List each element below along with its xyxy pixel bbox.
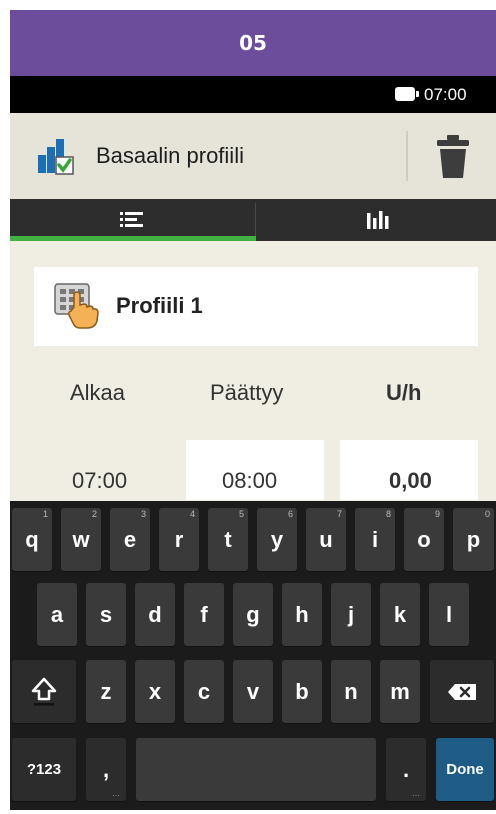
row-rate-value: 0,00 xyxy=(389,468,432,493)
list-icon xyxy=(119,212,143,227)
page-header: Basaalin profiili xyxy=(10,113,496,199)
on-screen-keyboard: q1 w2 e3 r4 t5 y6 u7 i8 o9 p0 a s d f g … xyxy=(10,501,496,810)
battery-icon xyxy=(395,87,419,101)
active-tab-indicator xyxy=(10,236,256,241)
backspace-key[interactable] xyxy=(430,660,494,723)
key-f[interactable]: f xyxy=(184,583,224,646)
shift-arrow-icon xyxy=(31,677,57,705)
key-j[interactable]: j xyxy=(331,583,371,646)
bar-chart-icon xyxy=(366,211,388,229)
basal-profile-icon xyxy=(38,139,74,175)
key-o[interactable]: o9 xyxy=(404,508,444,571)
key-w[interactable]: w2 xyxy=(61,508,101,571)
column-header-end: Päättyy xyxy=(210,380,284,405)
key-g[interactable]: g xyxy=(233,583,273,646)
view-tabs xyxy=(10,199,496,241)
key-n[interactable]: n xyxy=(331,660,371,723)
column-header-rate: U/h xyxy=(386,380,422,405)
key-b[interactable]: b xyxy=(282,660,322,723)
key-z[interactable]: z xyxy=(86,660,126,723)
device-screen: 05 07:00 Basaalin profiili Profiili 1 Al… xyxy=(10,10,496,810)
key-q[interactable]: q1 xyxy=(12,508,52,571)
space-key[interactable] xyxy=(136,738,376,801)
key-a[interactable]: a xyxy=(37,583,77,646)
key-k[interactable]: k xyxy=(380,583,420,646)
profile-name: Profiili 1 xyxy=(116,293,203,318)
period-key[interactable]: .… xyxy=(386,738,426,801)
keypad-hand-icon xyxy=(54,283,99,329)
key-c[interactable]: c xyxy=(184,660,224,723)
tab-chart-view[interactable] xyxy=(256,199,496,241)
key-s[interactable]: s xyxy=(86,583,126,646)
key-l[interactable]: l xyxy=(429,583,469,646)
status-bar: 07:00 xyxy=(10,76,496,113)
shift-key[interactable] xyxy=(12,660,76,723)
key-t[interactable]: t5 xyxy=(208,508,248,571)
key-u[interactable]: u7 xyxy=(306,508,346,571)
header-divider xyxy=(406,131,408,181)
key-y[interactable]: y6 xyxy=(257,508,297,571)
comma-key[interactable]: ,… xyxy=(86,738,126,801)
row-end-time: 08:00 xyxy=(222,468,278,493)
row-start-time: 07:00 xyxy=(72,468,128,493)
key-i[interactable]: i8 xyxy=(355,508,395,571)
done-key[interactable]: Done xyxy=(436,738,494,801)
key-e[interactable]: e3 xyxy=(110,508,150,571)
key-v[interactable]: v xyxy=(233,660,273,723)
backspace-icon xyxy=(448,683,476,700)
profile-name-card[interactable]: Profiili 1 xyxy=(34,267,478,346)
step-banner: 05 xyxy=(10,10,496,76)
key-d[interactable]: d xyxy=(135,583,175,646)
key-r[interactable]: r4 xyxy=(159,508,199,571)
symbols-key[interactable]: ?123 xyxy=(12,738,76,801)
step-label: 05 xyxy=(239,31,267,55)
key-h[interactable]: h xyxy=(282,583,322,646)
key-p[interactable]: p0 xyxy=(453,508,494,571)
status-time: 07:00 xyxy=(424,85,467,104)
key-m[interactable]: m xyxy=(380,660,420,723)
trash-icon[interactable] xyxy=(435,135,471,179)
tab-list-view[interactable] xyxy=(10,199,253,241)
key-x[interactable]: x xyxy=(135,660,175,723)
page-title: Basaalin profiili xyxy=(96,143,244,168)
column-header-start: Alkaa xyxy=(70,380,126,405)
